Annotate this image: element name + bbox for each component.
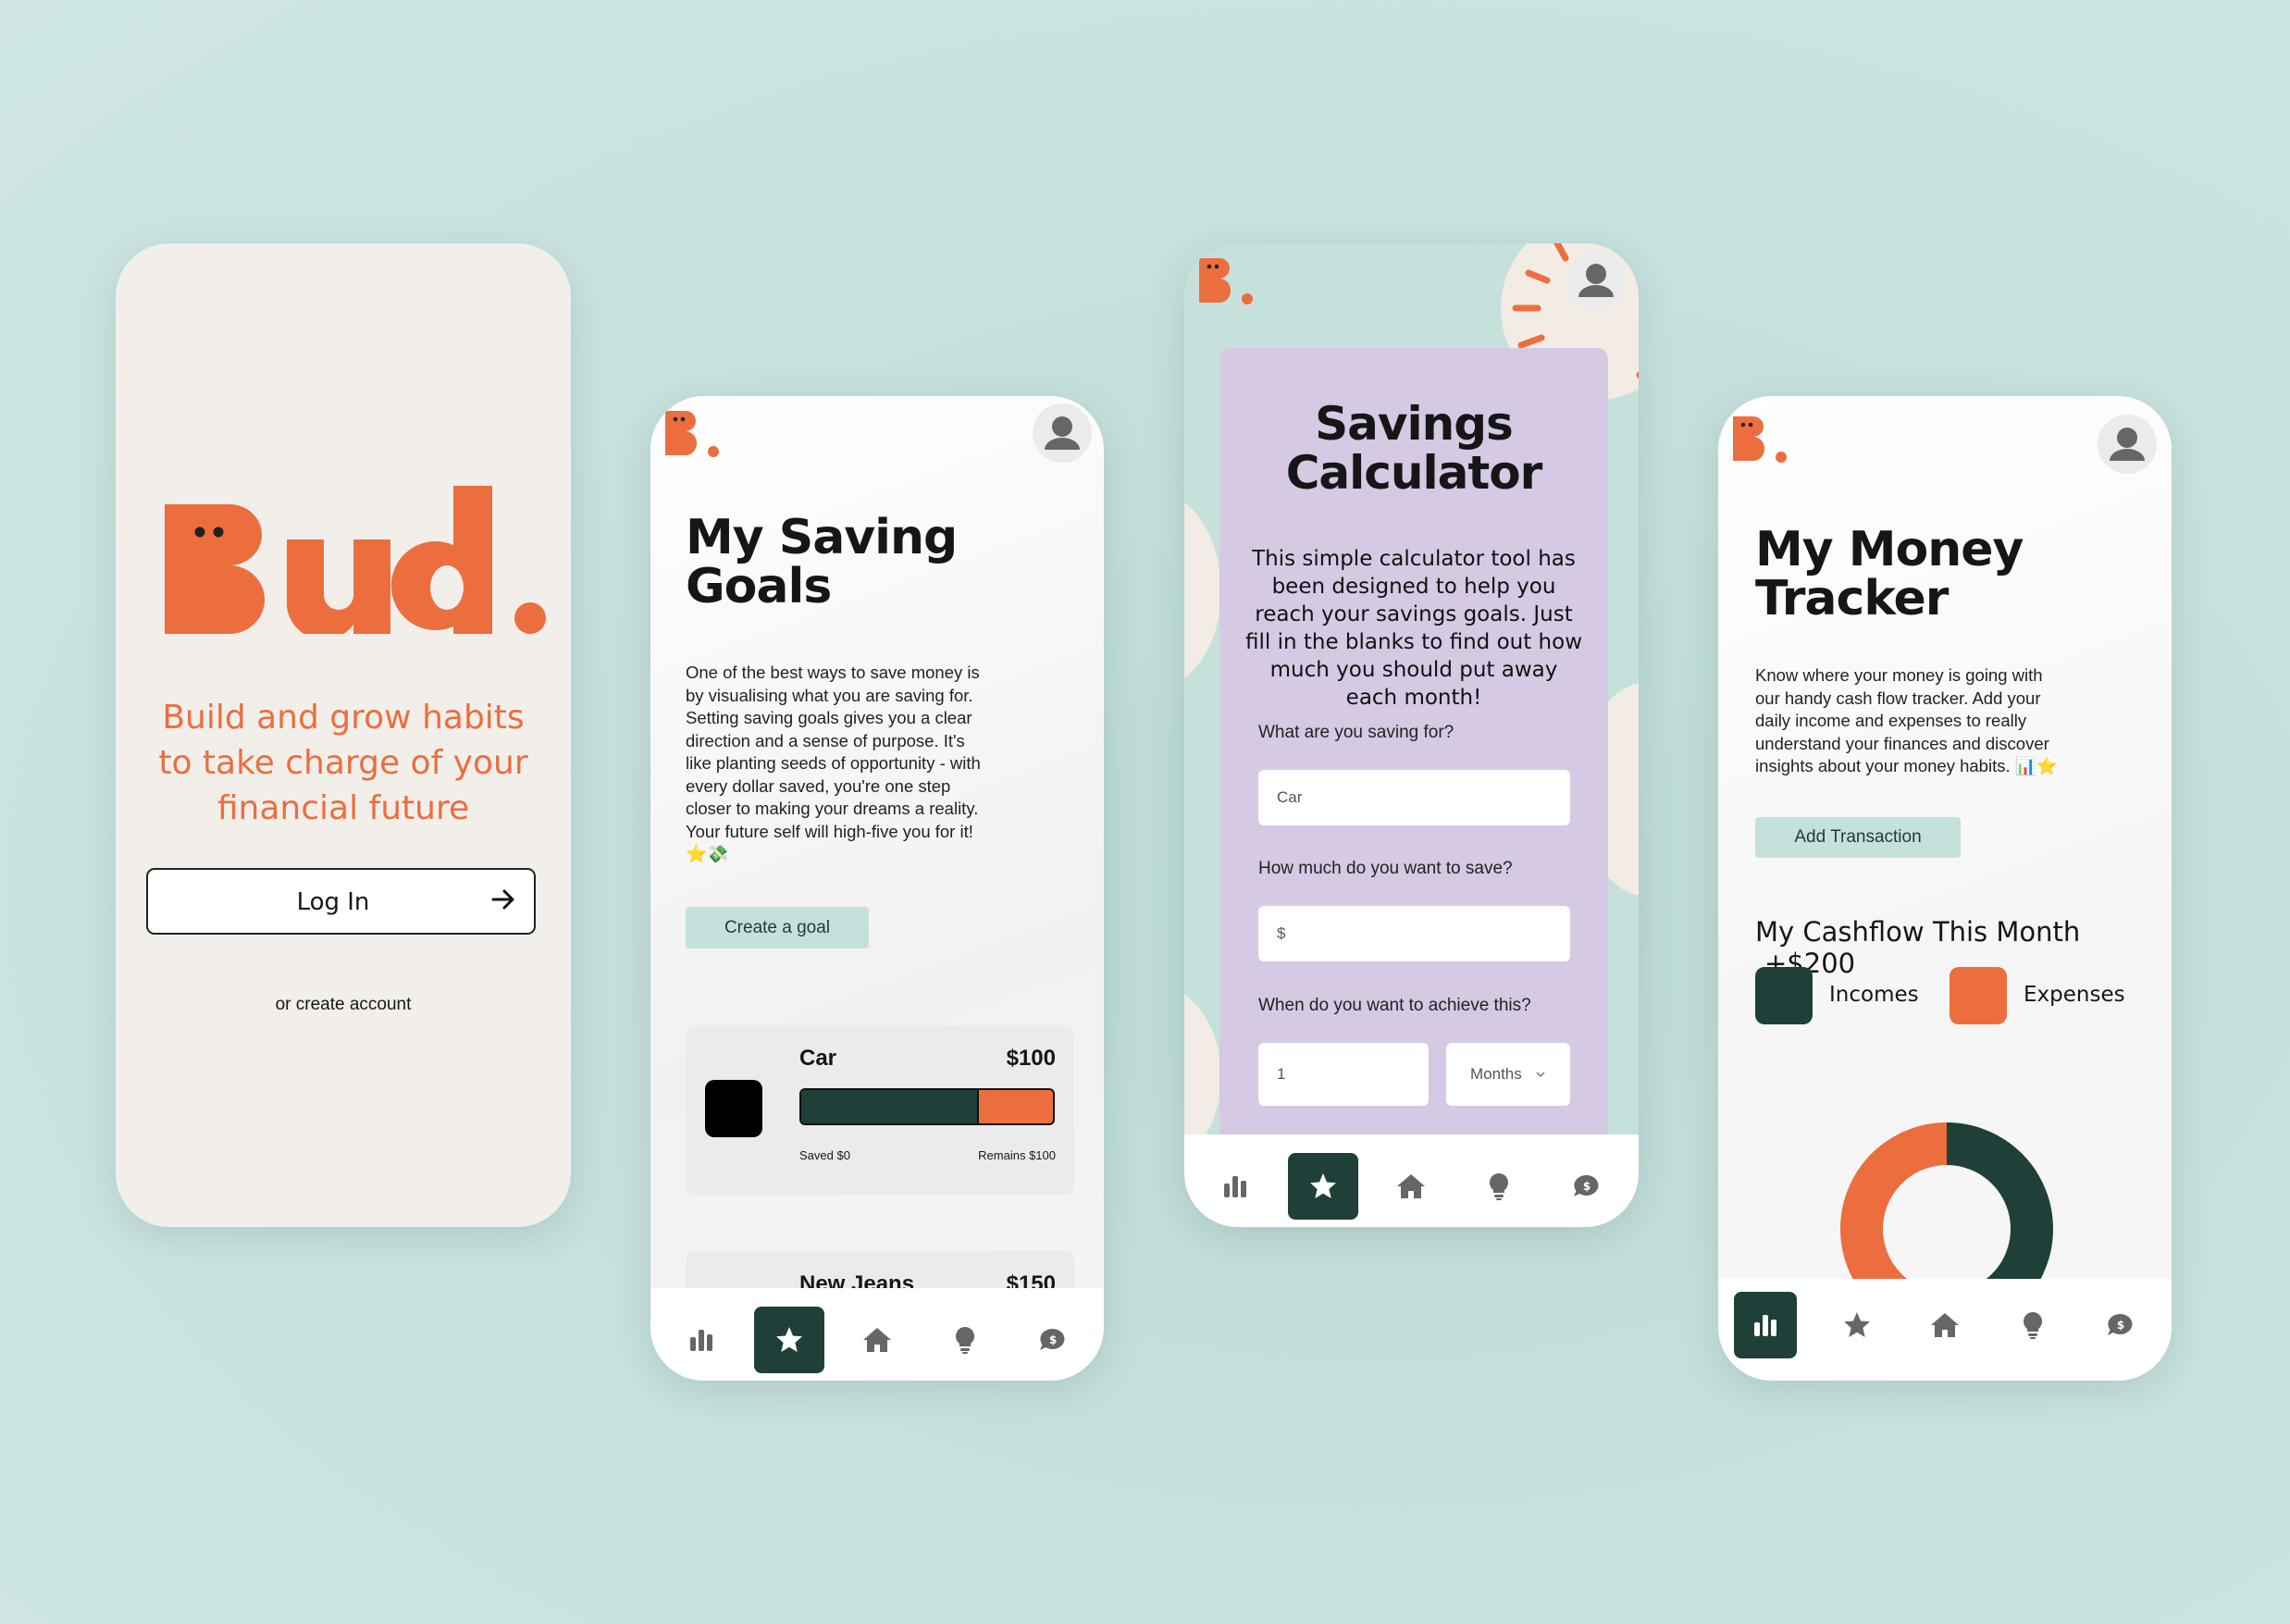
question-saving-for: What are you saving for? (1258, 723, 1454, 742)
question-amount: How much do you want to save? (1258, 859, 1513, 878)
goals-description: One of the best ways to save money is by… (686, 663, 981, 863)
nav-chat[interactable]: $ (1552, 1153, 1622, 1220)
home-icon (863, 1328, 891, 1352)
bud-logo (165, 486, 546, 634)
lightbulb-icon (2024, 1312, 2042, 1339)
user-icon (1578, 264, 1614, 297)
dollar-chat-icon: $ (2108, 1313, 2133, 1335)
tagline: Build and grow habits to take charge of … (158, 699, 528, 827)
star-icon (1310, 1173, 1336, 1198)
login-button[interactable]: Log In (146, 868, 536, 935)
login-label: Log In (296, 888, 370, 916)
profile-avatar[interactable] (2098, 415, 2157, 474)
brand-mark-icon (1199, 258, 1253, 304)
login-screen: Build and grow habits to take charge of … (116, 243, 571, 1227)
bottom-nav: $ (1184, 1134, 1639, 1227)
create-goal-button[interactable]: Create a goal (686, 907, 869, 948)
goal-saved: Saved $0 (799, 1148, 850, 1162)
title-line-1: Savings (1315, 397, 1514, 451)
nav-tips[interactable] (1998, 1292, 2068, 1358)
nav-tips[interactable] (930, 1307, 1000, 1373)
legend-swatch-incomes (1755, 967, 1813, 1024)
goal-progress-bar (799, 1088, 1055, 1125)
calculator-description: This simple calculator tool has been des… (1245, 547, 1583, 710)
nav-stats[interactable] (1200, 1153, 1270, 1220)
nav-home[interactable] (1910, 1292, 1980, 1358)
nav-chat[interactable]: $ (1018, 1307, 1088, 1373)
question-timeframe: When do you want to achieve this? (1258, 996, 1531, 1015)
svg-text:$: $ (2117, 1319, 2124, 1332)
arrow-right-icon (491, 889, 514, 910)
profile-avatar[interactable] (1566, 251, 1626, 310)
brand-mark-icon (665, 411, 719, 457)
svg-text:$: $ (1049, 1333, 1057, 1346)
timeframe-unit-select[interactable]: Months (1446, 1043, 1570, 1106)
nav-goals[interactable] (754, 1307, 824, 1373)
bottom-nav: $ (650, 1288, 1104, 1381)
legend-label-incomes: Incomes (1829, 983, 1919, 1007)
nav-goals[interactable] (1288, 1153, 1358, 1220)
savings-calculator-screen: Savings Calculator This simple calculato… (1184, 243, 1639, 1227)
chevron-down-icon (1536, 1072, 1545, 1078)
bottom-nav: $ (1718, 1279, 2172, 1381)
bar-chart-icon (690, 1330, 712, 1351)
title-line-2: Calculator (1285, 446, 1543, 500)
legend-label-expenses: Expenses (2024, 983, 2125, 1007)
goal-name: Car (799, 1046, 837, 1071)
page-title: My Money Tracker (1755, 522, 2024, 626)
dollar-chat-icon: $ (1040, 1328, 1065, 1350)
lightbulb-icon (956, 1327, 974, 1354)
calculator-card: Savings Calculator This simple calculato… (1219, 348, 1608, 1162)
profile-avatar[interactable] (1033, 403, 1092, 463)
home-icon (1931, 1313, 1959, 1337)
bar-chart-icon (1224, 1176, 1246, 1197)
saving-for-input[interactable]: Car (1258, 770, 1570, 825)
nav-goals[interactable] (1822, 1292, 1892, 1358)
goal-progress-fill (801, 1090, 980, 1123)
home-icon (1397, 1174, 1425, 1198)
cashflow-label: My Cashflow This Month (1755, 916, 2081, 948)
lightbulb-icon (1490, 1173, 1508, 1200)
nav-tips[interactable] (1464, 1153, 1534, 1220)
decorative-clock (1184, 489, 1221, 692)
svg-text:$: $ (1583, 1180, 1591, 1193)
star-icon (1844, 1312, 1870, 1337)
page-title: My Saving Goals (686, 510, 958, 614)
dollar-chat-icon: $ (1574, 1174, 1599, 1196)
nav-stats[interactable] (666, 1307, 737, 1373)
goal-card-car[interactable]: Car $100 Saved $0 Remains $100 (686, 1025, 1074, 1195)
saving-goals-screen: My Saving Goals One of the best ways to … (650, 396, 1104, 1381)
add-transaction-button[interactable]: Add Transaction (1755, 817, 1961, 858)
legend-swatch-expenses (1950, 967, 2007, 1024)
tracker-description: Know where your money is going with our … (1755, 665, 2058, 775)
star-icon (776, 1327, 802, 1352)
nav-home[interactable] (1376, 1153, 1446, 1220)
user-icon (2110, 428, 2145, 461)
money-tracker-screen: My Money Tracker Know where your money i… (1718, 396, 2172, 1381)
goal-remaining: Remains $100 (978, 1148, 1056, 1162)
goal-color-swatch (705, 1080, 762, 1137)
bar-chart-icon (1754, 1315, 1776, 1336)
create-account-link[interactable]: or create account (116, 995, 571, 1015)
nav-stats[interactable] (1734, 1292, 1797, 1358)
calculator-title: Savings Calculator (1219, 400, 1608, 498)
timeframe-input[interactable]: 1 (1258, 1043, 1429, 1106)
amount-input[interactable]: $ (1258, 906, 1570, 961)
user-icon (1045, 416, 1080, 450)
goal-amount: $100 (1006, 1046, 1056, 1071)
nav-home[interactable] (842, 1307, 912, 1373)
nav-chat[interactable]: $ (2086, 1292, 2156, 1358)
timeframe-unit-value: Months (1470, 1065, 1522, 1083)
brand-mark-icon (1733, 416, 1787, 463)
